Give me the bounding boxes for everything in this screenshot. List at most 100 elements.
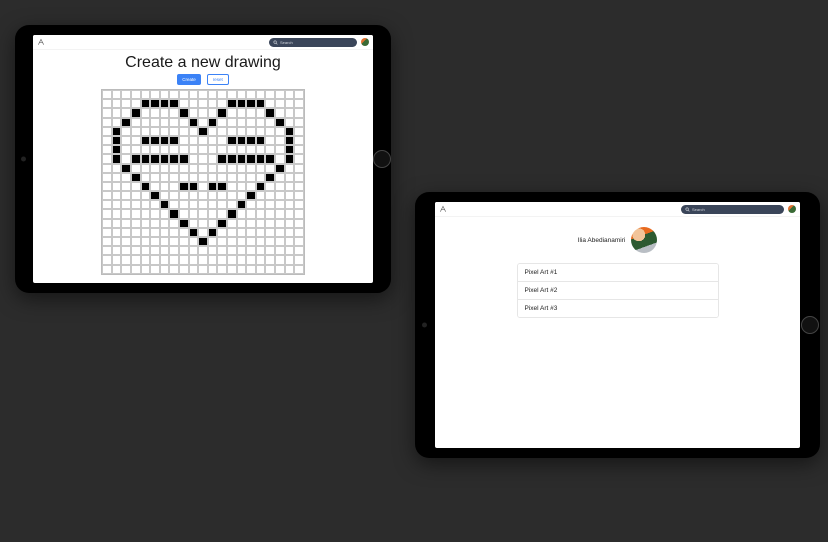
pixel-cell[interactable]	[121, 182, 131, 191]
pixel-cell[interactable]	[160, 246, 170, 255]
pixel-cell[interactable]	[217, 255, 227, 264]
pixel-cell[interactable]	[102, 118, 112, 127]
pixel-cell[interactable]	[275, 90, 285, 99]
pixel-cell[interactable]	[150, 118, 160, 127]
pixel-cell[interactable]	[237, 228, 247, 237]
pixel-cell[interactable]	[121, 209, 131, 218]
pixel-cell[interactable]	[217, 191, 227, 200]
pixel-cell[interactable]	[217, 154, 227, 163]
pixel-cell[interactable]	[227, 200, 237, 209]
pixel-cell[interactable]	[179, 127, 189, 136]
pixel-cell[interactable]	[265, 255, 275, 264]
pixel-cell[interactable]	[102, 228, 112, 237]
pixel-cell[interactable]	[275, 209, 285, 218]
pixel-cell[interactable]	[256, 228, 266, 237]
pixel-cell[interactable]	[150, 228, 160, 237]
pixel-cell[interactable]	[237, 237, 247, 246]
pixel-cell[interactable]	[294, 191, 304, 200]
pixel-cell[interactable]	[189, 265, 199, 274]
pixel-cell[interactable]	[131, 118, 141, 127]
pixel-cell[interactable]	[160, 173, 170, 182]
pixel-cell[interactable]	[160, 164, 170, 173]
pixel-cell[interactable]	[217, 118, 227, 127]
pixel-cell[interactable]	[112, 228, 122, 237]
pixel-cell[interactable]	[160, 219, 170, 228]
pixel-cell[interactable]	[112, 154, 122, 163]
pixel-cell[interactable]	[121, 90, 131, 99]
pixel-cell[interactable]	[256, 118, 266, 127]
pixel-cell[interactable]	[208, 265, 218, 274]
pixel-cell[interactable]	[275, 145, 285, 154]
pixel-cell[interactable]	[121, 154, 131, 163]
pixel-cell[interactable]	[198, 108, 208, 117]
pixel-cell[interactable]	[294, 209, 304, 218]
pixel-cell[interactable]	[189, 108, 199, 117]
pixel-cell[interactable]	[150, 99, 160, 108]
pixel-cell[interactable]	[131, 154, 141, 163]
pixel-cell[interactable]	[112, 127, 122, 136]
pixel-cell[interactable]	[131, 108, 141, 117]
pixel-cell[interactable]	[150, 90, 160, 99]
pixel-cell[interactable]	[112, 118, 122, 127]
pixel-cell[interactable]	[112, 246, 122, 255]
pixel-cell[interactable]	[150, 164, 160, 173]
pixel-cell[interactable]	[265, 164, 275, 173]
pixel-cell[interactable]	[150, 127, 160, 136]
pixel-cell[interactable]	[169, 219, 179, 228]
pixel-cell[interactable]	[294, 127, 304, 136]
pixel-cell[interactable]	[169, 154, 179, 163]
pixel-cell[interactable]	[112, 219, 122, 228]
pixel-cell[interactable]	[198, 127, 208, 136]
pixel-cell[interactable]	[141, 209, 151, 218]
pixel-cell[interactable]	[294, 246, 304, 255]
pixel-cell[interactable]	[294, 182, 304, 191]
pixel-cell[interactable]	[112, 108, 122, 117]
pixel-cell[interactable]	[294, 145, 304, 154]
pixel-cell[interactable]	[102, 173, 112, 182]
pixel-cell[interactable]	[141, 99, 151, 108]
pixel-cell[interactable]	[179, 90, 189, 99]
pixel-cell[interactable]	[227, 108, 237, 117]
pixel-cell[interactable]	[121, 145, 131, 154]
pixel-cell[interactable]	[217, 99, 227, 108]
pixel-cell[interactable]	[131, 136, 141, 145]
pixel-cell[interactable]	[198, 136, 208, 145]
pixel-cell[interactable]	[265, 154, 275, 163]
pixel-cell[interactable]	[237, 154, 247, 163]
pixel-cell[interactable]	[285, 136, 295, 145]
pixel-cell[interactable]	[112, 237, 122, 246]
pixel-cell[interactable]	[189, 228, 199, 237]
pixel-cell[interactable]	[256, 90, 266, 99]
pixel-cell[interactable]	[189, 209, 199, 218]
pixel-cell[interactable]	[131, 200, 141, 209]
pixel-cell[interactable]	[227, 219, 237, 228]
pixel-cell[interactable]	[179, 237, 189, 246]
pixel-cell[interactable]	[198, 191, 208, 200]
avatar[interactable]	[788, 205, 796, 213]
pixel-cell[interactable]	[198, 182, 208, 191]
pixel-cell[interactable]	[285, 154, 295, 163]
pixel-cell[interactable]	[275, 99, 285, 108]
pixel-cell[interactable]	[208, 191, 218, 200]
pixel-cell[interactable]	[160, 99, 170, 108]
pixel-cell[interactable]	[102, 219, 112, 228]
pixel-cell[interactable]	[227, 127, 237, 136]
pixel-cell[interactable]	[237, 118, 247, 127]
pixel-cell[interactable]	[121, 237, 131, 246]
pixel-cell[interactable]	[112, 90, 122, 99]
pixel-cell[interactable]	[227, 265, 237, 274]
pixel-cell[interactable]	[265, 209, 275, 218]
pixel-cell[interactable]	[265, 200, 275, 209]
pixel-cell[interactable]	[256, 200, 266, 209]
pixel-cell[interactable]	[237, 90, 247, 99]
pixel-cell[interactable]	[256, 108, 266, 117]
pixel-cell[interactable]	[246, 99, 256, 108]
pixel-cell[interactable]	[246, 118, 256, 127]
pixel-cell[interactable]	[189, 127, 199, 136]
pixel-cell[interactable]	[112, 145, 122, 154]
pixel-cell[interactable]	[217, 237, 227, 246]
pixel-cell[interactable]	[121, 99, 131, 108]
pixel-cell[interactable]	[217, 136, 227, 145]
pixel-cell[interactable]	[237, 219, 247, 228]
pixel-cell[interactable]	[294, 173, 304, 182]
